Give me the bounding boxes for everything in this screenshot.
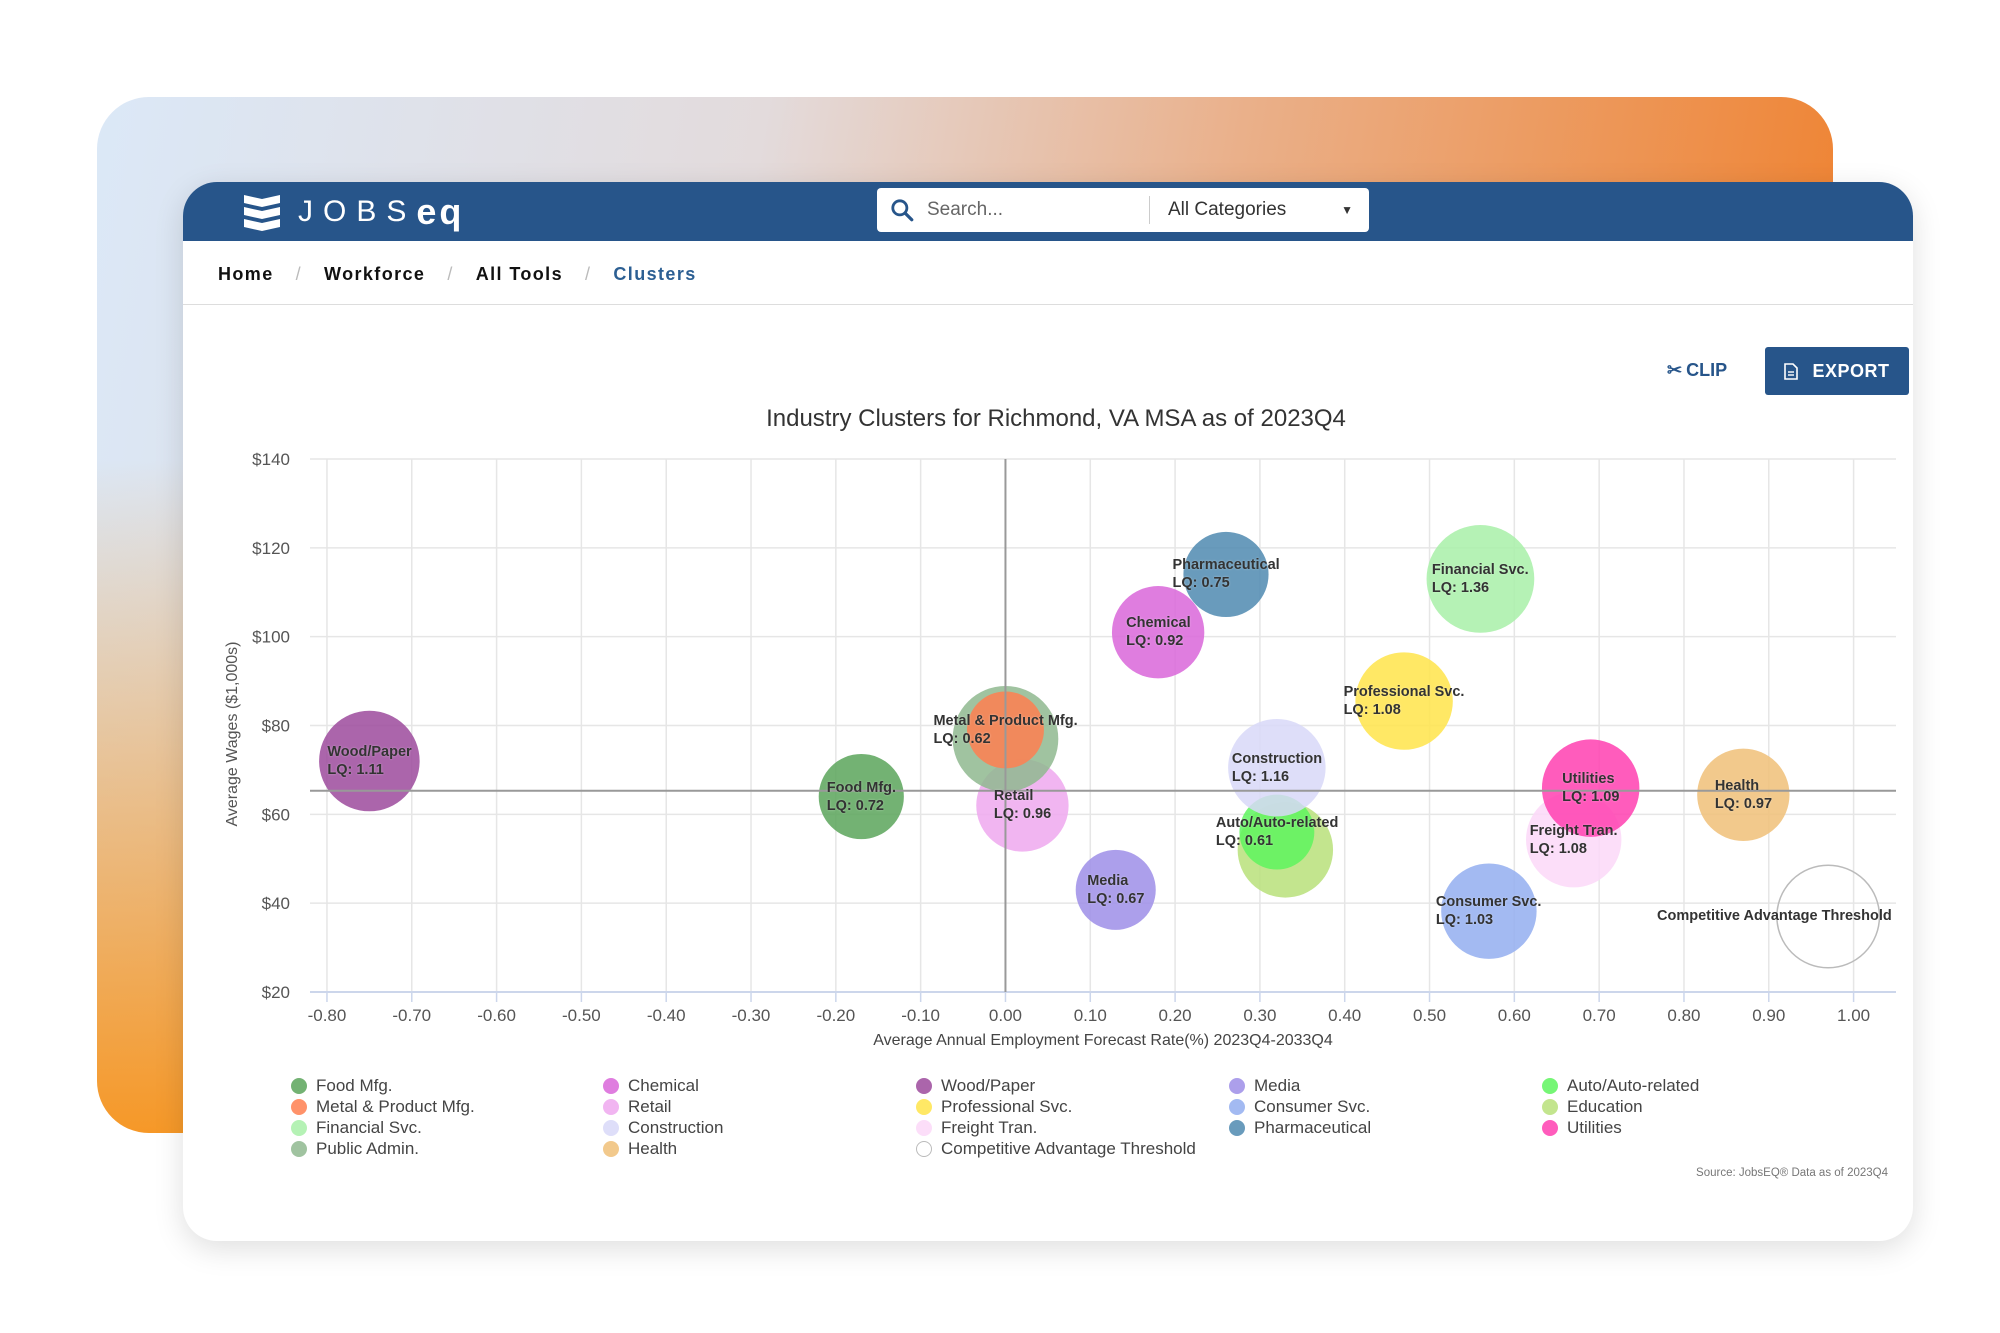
breadcrumb: Home / Workforce / All Tools / Clusters	[218, 264, 697, 285]
logo-text-bold: eQ	[416, 191, 465, 232]
chevron-down-icon[interactable]: ▼	[1341, 203, 1353, 217]
header-divider	[183, 304, 1913, 305]
top-header: JOBS eQ Search... All Categories ▼	[183, 182, 1913, 241]
export-label: EXPORT	[1812, 360, 1890, 381]
breadcrumb-separator: /	[447, 264, 454, 284]
clip-button[interactable]: ✂ CLIP	[1667, 360, 1727, 381]
clip-label: CLIP	[1686, 360, 1728, 380]
scissors-icon: ✂	[1667, 360, 1683, 380]
document-icon	[1784, 362, 1799, 380]
breadcrumb-home[interactable]: Home	[218, 264, 274, 285]
search-icon	[891, 199, 914, 222]
search-input[interactable]: Search...	[927, 199, 1149, 221]
breadcrumb-workforce[interactable]: Workforce	[324, 264, 425, 285]
search-bar: Search... All Categories ▼	[877, 188, 1369, 232]
export-button[interactable]: EXPORT	[1765, 347, 1909, 395]
logo-blocks-icon	[244, 195, 280, 231]
category-select[interactable]: All Categories	[1168, 199, 1341, 221]
app-window: JOBS eQ Search... All Categories ▼ Home /…	[183, 182, 1913, 1241]
breadcrumb-separator: /	[585, 264, 592, 284]
breadcrumb-separator: /	[295, 264, 303, 284]
breadcrumb-all-tools[interactable]: All Tools	[476, 264, 563, 285]
search-divider	[1149, 196, 1150, 224]
logo-text: JOBS	[298, 195, 417, 228]
breadcrumb-clusters: Clusters	[613, 264, 697, 284]
jobseq-logo[interactable]: JOBS eQ	[240, 188, 464, 236]
